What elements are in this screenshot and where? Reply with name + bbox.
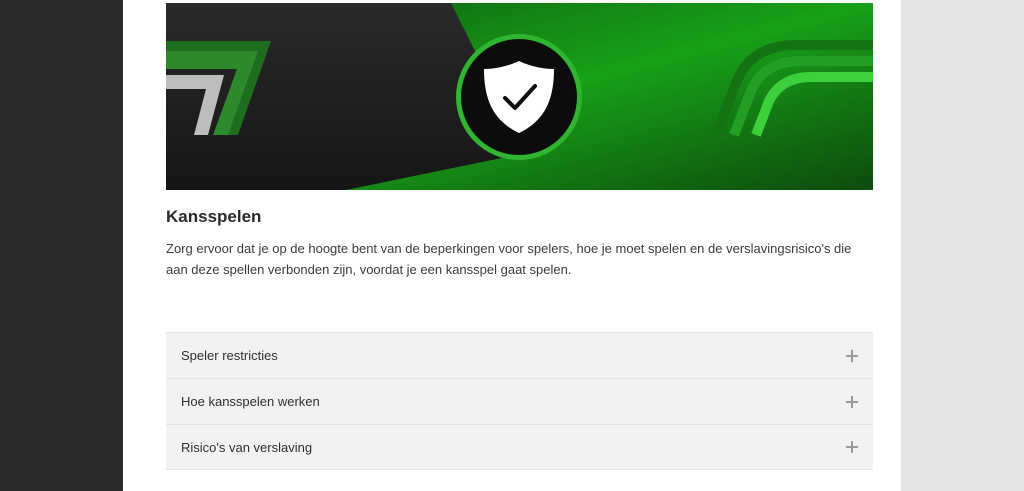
accordion-label: Speler restricties (181, 348, 278, 363)
accordion-item-addiction-risks[interactable]: Risico's van verslaving (166, 424, 873, 470)
safety-banner (166, 3, 873, 190)
plus-icon[interactable] (846, 395, 858, 408)
plus-icon[interactable] (846, 441, 858, 453)
section-title: Kansspelen (166, 207, 262, 226)
accordion-label: Risico's van verslaving (181, 439, 313, 455)
left-side-panel (0, 0, 123, 491)
accordion-item-how-games-work[interactable]: Hoe kansspelen werken (166, 378, 873, 424)
plus-icon[interactable] (846, 349, 858, 362)
accordion-item-player-restrictions[interactable]: Speler restricties (166, 332, 873, 378)
right-side-panel (901, 0, 1024, 491)
shield-check-icon (456, 34, 582, 160)
info-accordion: Speler restricties Hoe kansspelen werken… (166, 332, 873, 470)
section-description: Zorg ervoor dat je op de hoogte bent van… (166, 241, 852, 277)
accordion-label: Hoe kansspelen werken (181, 394, 320, 409)
